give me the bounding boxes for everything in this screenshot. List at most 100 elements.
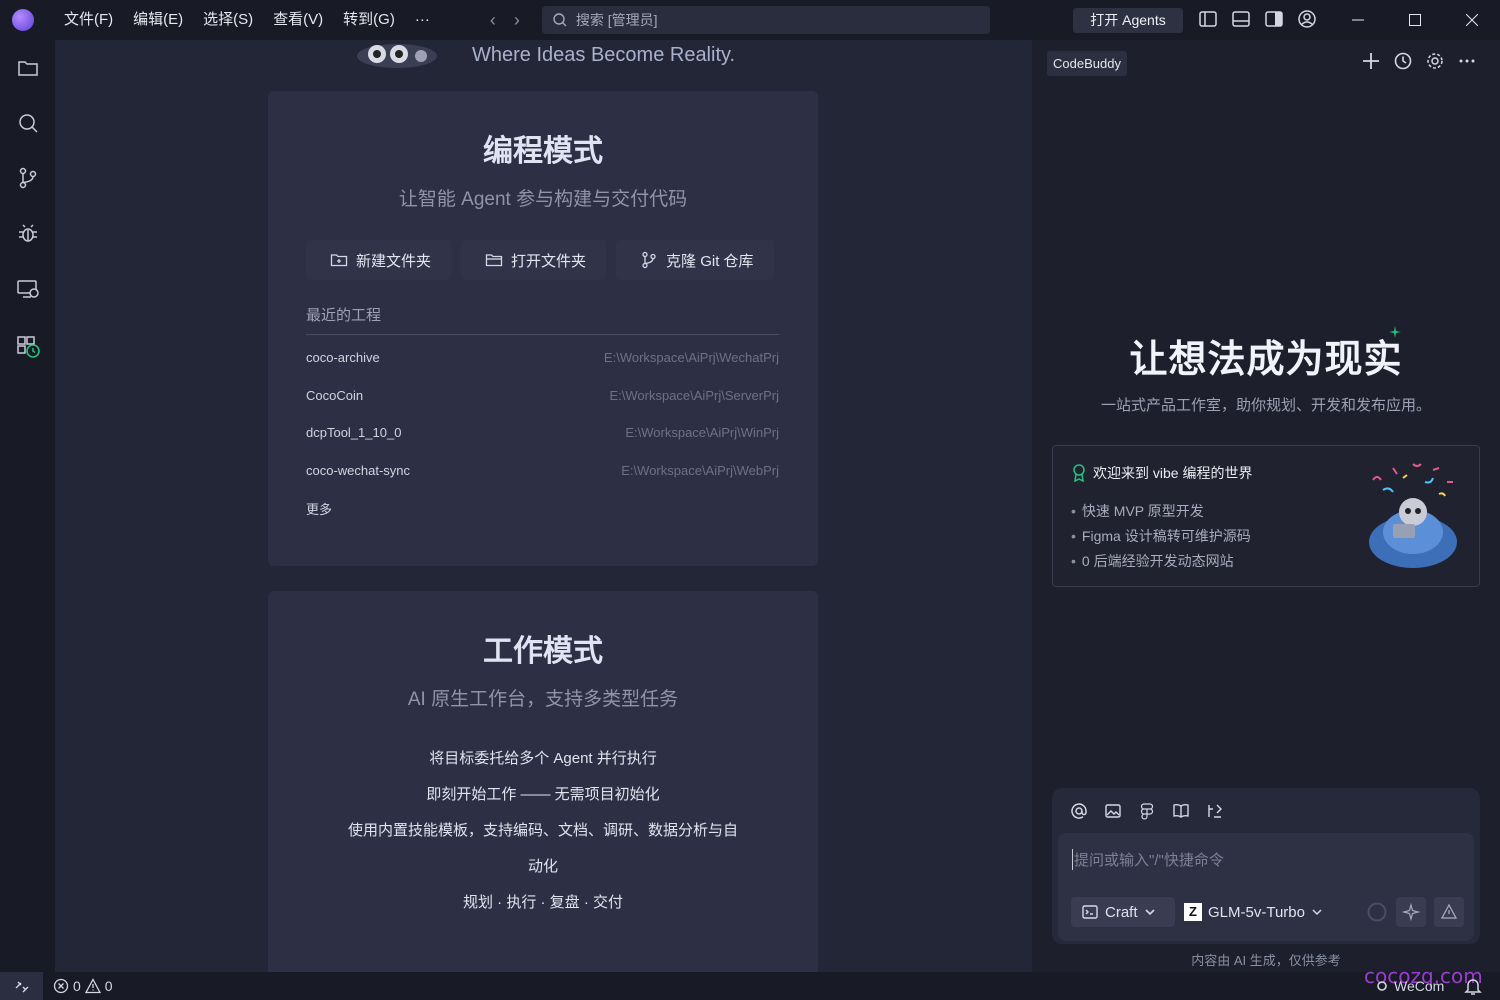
model-label: GLM-5v-Turbo <box>1208 903 1305 921</box>
warning-count: 0 <box>104 978 113 994</box>
error-count: 0 <box>73 978 81 994</box>
enhance-prompt-button[interactable] <box>1396 897 1426 927</box>
search-view-icon[interactable] <box>14 109 42 137</box>
chevron-down-icon <box>1312 909 1322 916</box>
chat-box: 提问或输入"/"快捷命令 Craft Z GLM-5v-Turbo <box>1052 788 1480 944</box>
source-control-icon[interactable] <box>14 164 42 192</box>
work-mode-feature: 使用内置技能模板，支持编码、文档、调研、数据分析与自 <box>347 822 738 839</box>
work-mode-subtitle: AI 原生工作台，支持多类型任务 <box>407 689 679 710</box>
sparkle-icon <box>1402 903 1420 921</box>
menu-bar: 文件(F) 编辑(E) 选择(S) 查看(V) 转到(G) ··· <box>54 0 440 40</box>
toggle-secondary-sidebar-icon[interactable] <box>1263 8 1285 30</box>
work-mode-feature: 动化 <box>527 858 558 875</box>
error-icon <box>53 978 69 994</box>
new-folder-label: 新建文件夹 <box>356 252 432 270</box>
chat-placeholder: 提问或输入"/"快捷命令 <box>1072 849 1224 870</box>
maximize-icon[interactable] <box>1386 0 1443 40</box>
settings-gear-icon[interactable] <box>1424 50 1446 72</box>
git-branch-icon <box>642 251 656 269</box>
remote-indicator[interactable] <box>0 972 43 1000</box>
explorer-icon[interactable] <box>14 54 42 82</box>
new-folder-button[interactable]: 新建文件夹 <box>306 240 452 280</box>
welcome-item: 0 后端经验开发动态网站 <box>1071 549 1251 574</box>
rules-icon[interactable] <box>1204 800 1226 822</box>
model-selector[interactable]: Z GLM-5v-Turbo <box>1184 897 1323 927</box>
clone-git-label: 克隆 Git 仓库 <box>666 252 754 270</box>
minimize-icon[interactable] <box>1329 0 1386 40</box>
codebuddy-panel: CodeBuddy 让想法成为现实 一站式产品工作室，助你规划、开发和发布应用。… <box>1032 40 1500 972</box>
editor-area: Where Ideas Become Reality. 编程模式 让智能 Age… <box>55 40 1032 972</box>
close-icon[interactable] <box>1443 0 1500 40</box>
robot-mascot-icon <box>357 44 437 68</box>
recent-project-name: coco-archive <box>306 350 380 365</box>
remote-explorer-icon[interactable] <box>14 275 42 303</box>
debug-icon[interactable] <box>14 219 42 247</box>
more-projects-link[interactable]: 更多 <box>306 499 332 518</box>
remote-icon <box>15 981 28 993</box>
menu-more[interactable]: ··· <box>405 0 440 40</box>
open-folder-icon <box>485 254 503 267</box>
menu-view[interactable]: 查看(V) <box>263 0 333 40</box>
open-folder-label: 打开文件夹 <box>511 252 587 270</box>
status-bar: 0 0 <box>0 972 1500 1000</box>
coding-mode-title: 编程模式 <box>483 135 603 168</box>
welcome-card: 欢迎来到 vibe 编程的世界 快速 MVP 原型开发 Figma 设计稿转可维… <box>1052 445 1480 587</box>
extensions-timeline-icon[interactable] <box>14 332 42 360</box>
wecom-status[interactable]: WeCom <box>1376 978 1444 994</box>
menu-file[interactable]: 文件(F) <box>54 0 123 40</box>
coding-mode-subtitle: 让智能 Agent 参与构建与交付代码 <box>398 189 688 210</box>
nav-arrows: ‹ › <box>490 10 520 31</box>
notification-bell-icon[interactable] <box>1464 976 1482 996</box>
work-mode-feature: 将目标委托给多个 Agent 并行执行 <box>429 750 657 767</box>
hero-title: 让想法成为现实 <box>1129 339 1403 381</box>
work-mode-feature: 即刻开始工作 —— 无需项目初始化 <box>426 786 660 803</box>
mode-selector[interactable]: Craft <box>1071 897 1175 927</box>
tagline: Where Ideas Become Reality. <box>472 44 736 66</box>
award-icon <box>1073 464 1085 482</box>
forward-arrow-icon[interactable]: › <box>514 10 520 31</box>
send-button[interactable] <box>1434 897 1464 927</box>
mention-icon[interactable] <box>1068 800 1090 822</box>
toggle-panel-icon[interactable] <box>1230 8 1252 30</box>
figma-icon[interactable] <box>1136 800 1158 822</box>
open-agents-button[interactable]: 打开 Agents <box>1073 8 1183 33</box>
history-icon[interactable] <box>1392 50 1414 72</box>
work-mode-feature: 规划 · 执行 · 复盘 · 交付 <box>463 894 623 911</box>
toggle-sidebar-icon[interactable] <box>1197 8 1219 30</box>
recent-project-row[interactable]: CocoCoin E:\Workspace\AiPrj\ServerPrj <box>306 388 779 403</box>
context-usage-icon <box>1367 902 1387 922</box>
open-folder-button[interactable]: 打开文件夹 <box>461 240 607 280</box>
more-options-icon[interactable] <box>1456 50 1478 72</box>
search-input[interactable]: 搜索 [管理员] <box>541 6 990 34</box>
wecom-label: WeCom <box>1394 978 1445 994</box>
recent-project-row[interactable]: dcpTool_1_10_0 E:\Workspace\AiPrj\WinPrj <box>306 425 779 440</box>
recent-projects-title: 最近的工程 <box>306 307 382 324</box>
clone-git-button[interactable]: 克隆 Git 仓库 <box>616 240 774 280</box>
recent-project-path: E:\Workspace\AiPrj\WechatPrj <box>603 350 779 365</box>
menu-selection[interactable]: 选择(S) <box>193 0 263 40</box>
chat-input[interactable]: 提问或输入"/"快捷命令 Craft Z GLM-5v-Turbo <box>1058 833 1474 941</box>
welcome-item: 快速 MVP 原型开发 <box>1071 499 1251 524</box>
mode-label: Craft <box>1105 903 1138 921</box>
warning-icon <box>84 978 101 994</box>
wecom-icon <box>1377 981 1387 991</box>
recent-project-row[interactable]: coco-wechat-sync E:\Workspace\AiPrj\WebP… <box>306 463 779 478</box>
recent-project-name: dcpTool_1_10_0 <box>306 425 402 440</box>
account-icon[interactable] <box>1296 8 1318 30</box>
menu-go[interactable]: 转到(G) <box>333 0 405 40</box>
terminal-icon <box>1082 905 1098 919</box>
hero-subtitle: 一站式产品工作室，助你规划、开发和发布应用。 <box>1100 397 1431 414</box>
codebuddy-tab[interactable]: CodeBuddy <box>1047 51 1127 76</box>
welcome-heading: 欢迎来到 vibe 编程的世界 <box>1093 465 1253 481</box>
menu-edit[interactable]: 编辑(E) <box>123 0 193 40</box>
back-arrow-icon[interactable]: ‹ <box>490 10 496 31</box>
problems-indicator[interactable]: 0 0 <box>53 978 113 994</box>
recent-project-name: coco-wechat-sync <box>306 463 411 478</box>
work-mode-card: 工作模式 AI 原生工作台，支持多类型任务 将目标委托给多个 Agent 并行执… <box>268 591 818 972</box>
beanbag-mascot-icon <box>1369 463 1457 568</box>
coding-mode-card: 编程模式 让智能 Agent 参与构建与交付代码 新建文件夹 打开文件夹 克隆 … <box>268 91 818 566</box>
knowledge-book-icon[interactable] <box>1170 800 1192 822</box>
image-upload-icon[interactable] <box>1102 800 1124 822</box>
recent-project-row[interactable]: coco-archive E:\Workspace\AiPrj\WechatPr… <box>306 350 779 365</box>
new-chat-icon[interactable] <box>1360 50 1382 72</box>
